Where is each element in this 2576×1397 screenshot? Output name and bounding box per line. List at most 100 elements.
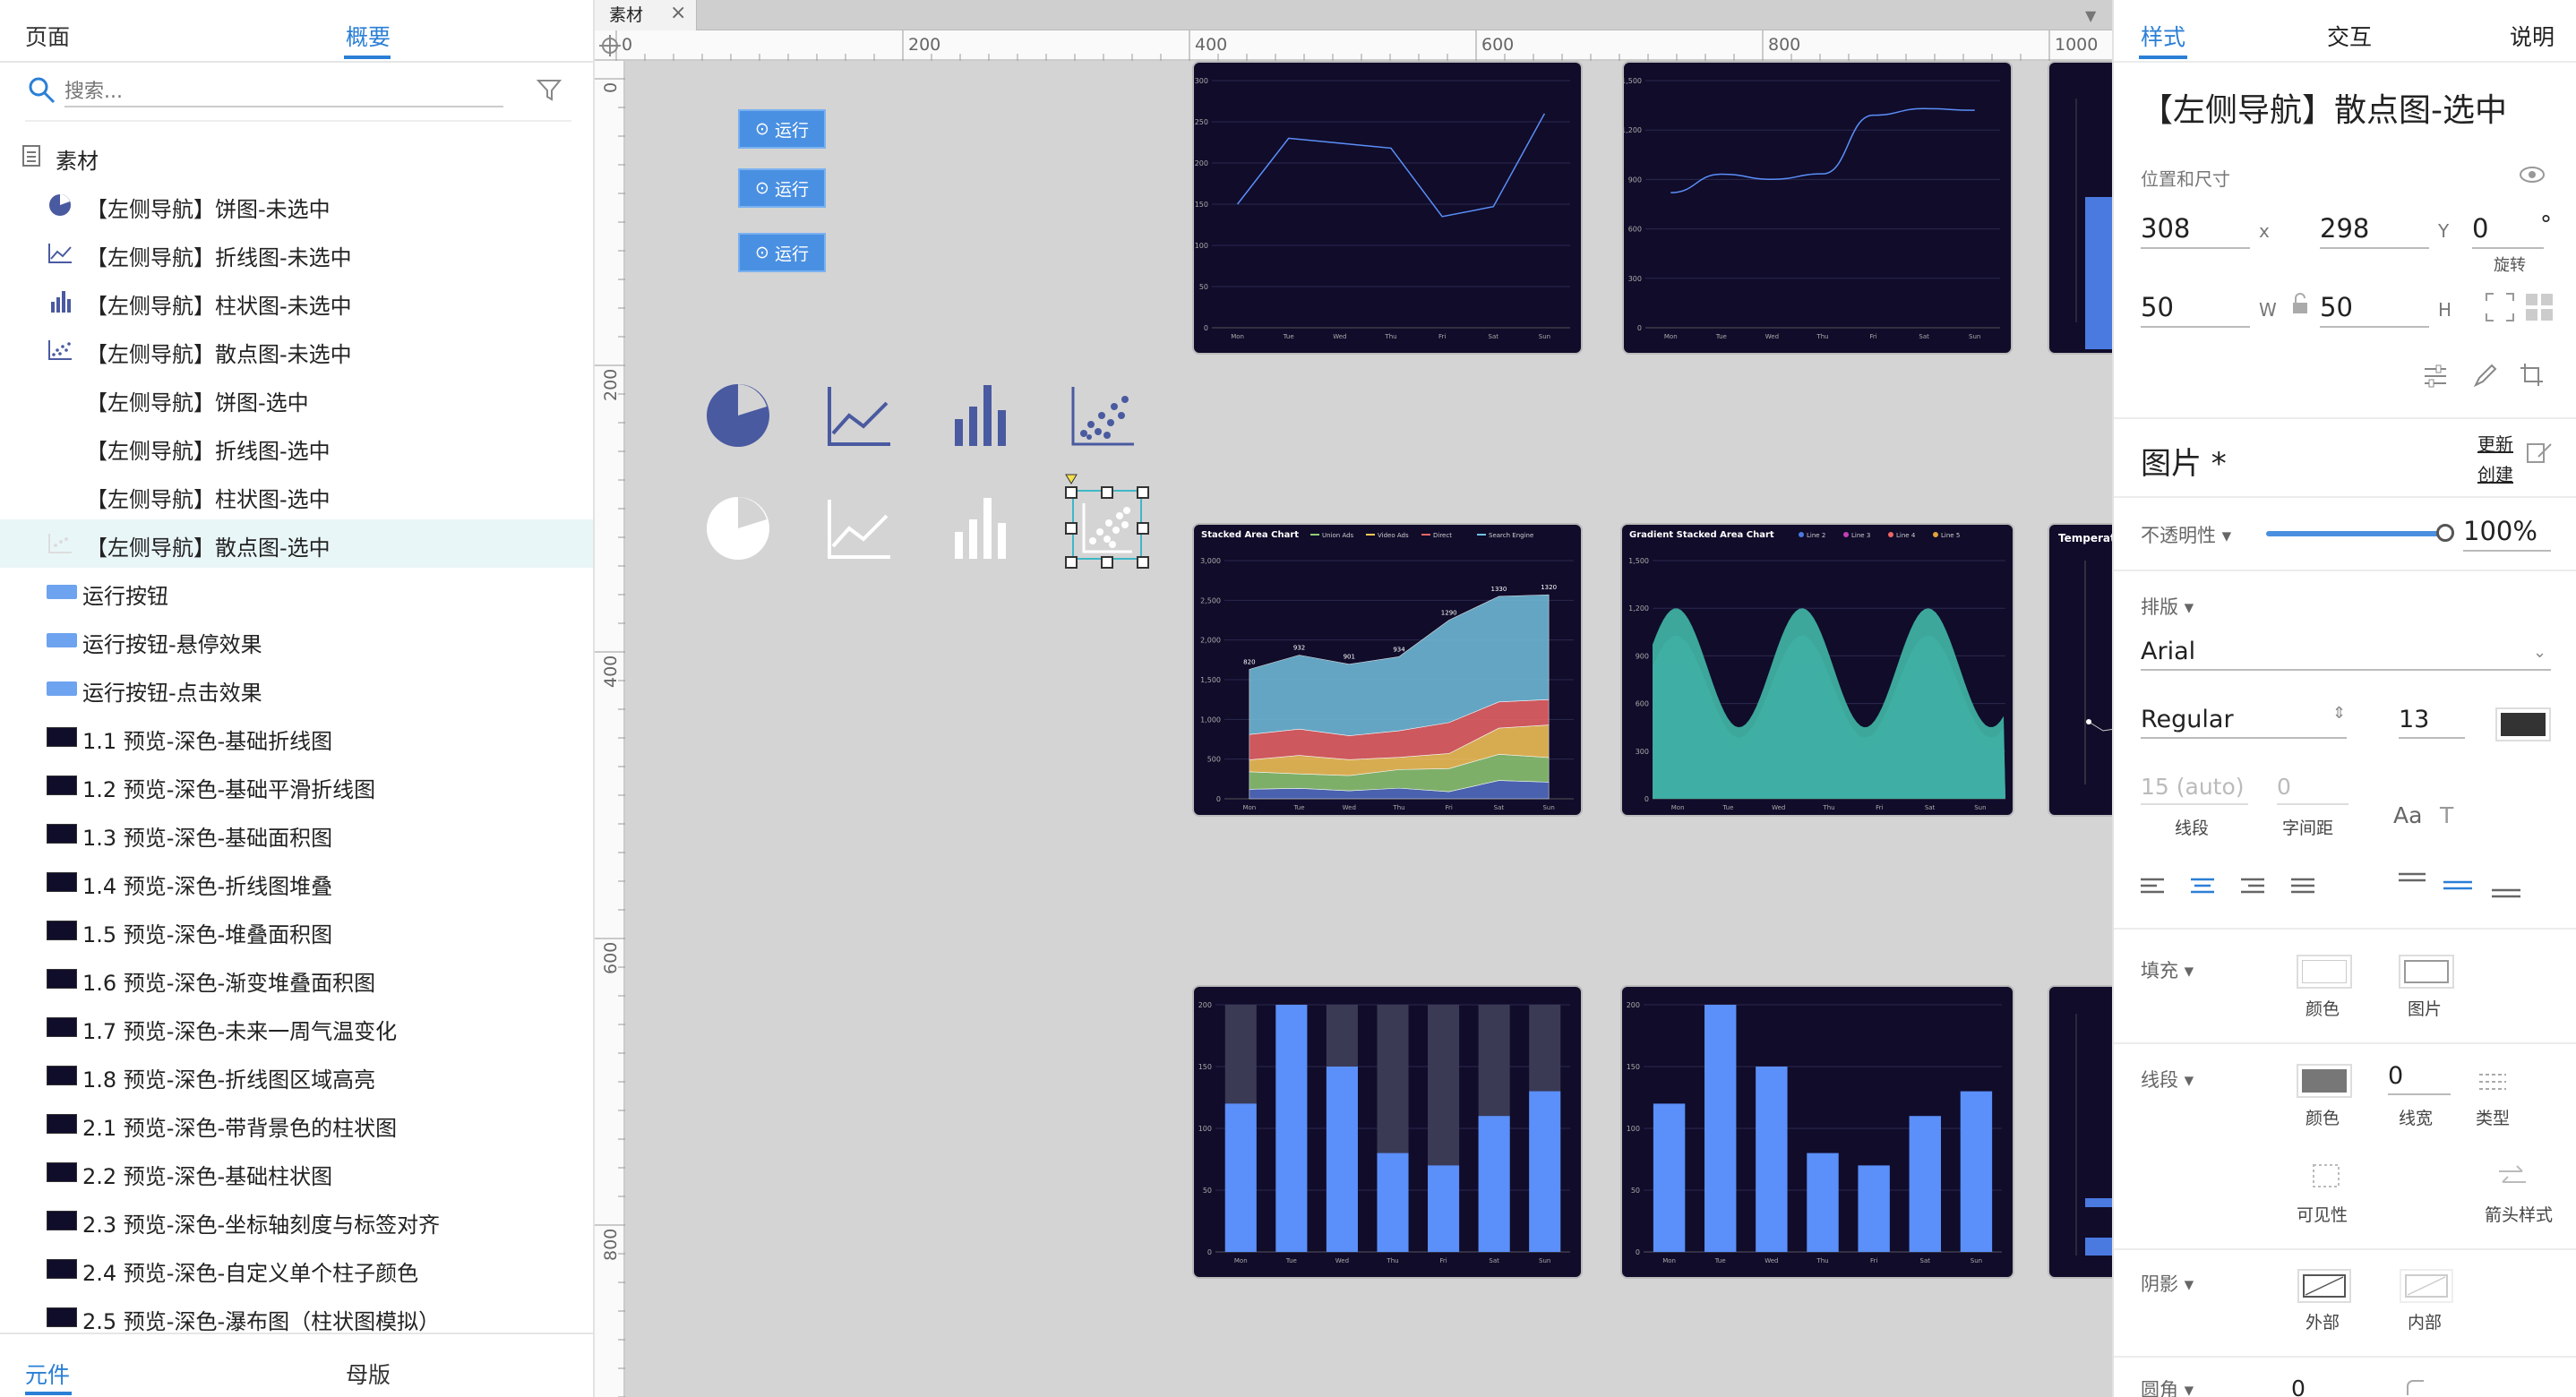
- run-button-hover[interactable]: ⊙ 运行: [738, 168, 826, 208]
- pencil-icon[interactable]: [2472, 362, 2499, 389]
- opacity-slider[interactable]: [2266, 531, 2445, 536]
- chart-thumbnail-icon: [47, 824, 77, 844]
- search-input[interactable]: [64, 77, 503, 107]
- tree-item[interactable]: 1.3 预览-深色-基础面积图: [0, 810, 593, 858]
- align-buttons[interactable]: [2141, 876, 2320, 897]
- slice-grid-icon[interactable]: [2524, 292, 2555, 322]
- chart-card-bar-background[interactable]: 0 50 100 150 200 Mon Tue Wed Thu Fri Sat Sun: [1192, 985, 1583, 1279]
- canvas-tab[interactable]: 素材 ×: [595, 0, 697, 30]
- tree-item[interactable]: 【左侧导航】折线图-未选中: [0, 229, 593, 278]
- line-selected-icon[interactable]: [824, 494, 896, 562]
- eye-icon[interactable]: [2519, 165, 2546, 184]
- tab-pages[interactable]: 页面: [25, 20, 70, 52]
- opacity-input[interactable]: 100%: [2463, 516, 2551, 552]
- valign-buttons[interactable]: [2399, 870, 2551, 901]
- tree-item[interactable]: 2.1 预览-深色-带背景色的柱状图: [0, 1100, 593, 1148]
- height-input[interactable]: 50: [2320, 292, 2429, 328]
- widget-title[interactable]: 【左侧导航】散点图-选中: [2141, 84, 2507, 131]
- corner-icon[interactable]: [2406, 1379, 2433, 1397]
- chart-card-smooth-line[interactable]: 0 300 600 900 1,200 1,500 Mon Tue Wed Thu Fri Sat Su…: [1622, 61, 2013, 355]
- bar-icon: [51, 291, 71, 313]
- text-style-icon[interactable]: T: [2440, 802, 2453, 828]
- tree-item[interactable]: 2.2 预览-深色-基础柱状图: [0, 1148, 593, 1196]
- filter-icon[interactable]: [536, 77, 564, 104]
- create-link[interactable]: 创建: [2477, 460, 2513, 486]
- arrow-style-icon[interactable]: [2497, 1162, 2528, 1189]
- outer-shadow-button[interactable]: [2297, 1268, 2352, 1304]
- opacity-slider-handle[interactable]: [2436, 524, 2454, 542]
- tree-item[interactable]: 1.6 预览-深色-渐变堆叠面积图: [0, 955, 593, 1003]
- tree-item[interactable]: 【左侧导航】散点图-选中: [0, 519, 593, 568]
- corner-radius-input[interactable]: 0: [2291, 1376, 2306, 1397]
- tree-item[interactable]: 运行按钮-点击效果: [0, 664, 593, 713]
- close-icon[interactable]: ×: [670, 2, 686, 24]
- tree-item[interactable]: 1.1 预览-深色-基础折线图: [0, 713, 593, 761]
- visibility-icon[interactable]: [2311, 1162, 2341, 1189]
- chart-card-basic-line[interactable]: 0 50 100 150 200 250 300 Mon Tue Wed Thu Fri Sat Sun: [1192, 61, 1583, 355]
- x-input[interactable]: 308: [2141, 213, 2250, 249]
- tree-item[interactable]: 【左侧导航】柱状图-未选中: [0, 278, 593, 326]
- tree-item[interactable]: 1.4 预览-深色-折线图堆叠: [0, 858, 593, 906]
- text-color-picker[interactable]: [2495, 707, 2551, 741]
- tree-item[interactable]: 运行按钮: [0, 568, 593, 616]
- line-icon[interactable]: [824, 381, 896, 450]
- stroke-color-picker[interactable]: [2297, 1064, 2352, 1098]
- tab-interactions[interactable]: 交互: [2327, 20, 2372, 52]
- bar-icon[interactable]: [946, 380, 1018, 451]
- chevron-down-icon[interactable]: ▼: [2085, 7, 2096, 24]
- x-tick-label: Wed: [1765, 333, 1779, 340]
- fill-color-picker[interactable]: [2297, 955, 2352, 989]
- chart-card-stacked-area[interactable]: Stacked Area Chart Union Ads Video Ads Dire…: [1192, 523, 1583, 817]
- stepper-icon[interactable]: ⇕: [2332, 704, 2346, 723]
- gradient-stacked-area-chart: Gradient Stacked Area Chart Line 2 Line 3 L…: [1628, 530, 2005, 811]
- edit-image-icon[interactable]: [2526, 439, 2553, 466]
- tree-item[interactable]: 1.5 预览-深色-堆叠面积图: [0, 906, 593, 955]
- text-case-icon[interactable]: Aa: [2393, 802, 2422, 828]
- run-button-active[interactable]: ⊙ 运行: [738, 233, 826, 272]
- stroke-type-icon[interactable]: [2477, 1069, 2508, 1093]
- pie-selected-icon[interactable]: [702, 493, 774, 564]
- line-height-input[interactable]: 15 (auto): [2141, 774, 2248, 805]
- tree-item[interactable]: 2.4 预览-深色-自定义单个柱子颜色: [0, 1245, 593, 1293]
- divider: [2114, 61, 2576, 63]
- design-canvas[interactable]: 素材 × ▼ 0 200 400 600 800 1000 0 200 400 600 800 ⊙…: [595, 0, 2128, 1397]
- tab-widgets[interactable]: 元件: [25, 1358, 70, 1390]
- lock-icon[interactable]: [2291, 292, 2309, 315]
- rotation-input[interactable]: 0: [2472, 213, 2544, 249]
- adjust-icon[interactable]: [2422, 362, 2449, 389]
- pie-icon[interactable]: [702, 380, 774, 451]
- tree-root-item[interactable]: 素材: [0, 133, 593, 181]
- tab-notes[interactable]: 说明: [2510, 20, 2555, 52]
- run-button[interactable]: ⊙ 运行: [738, 109, 826, 149]
- chart-card-basic-bar[interactable]: 0 50 100 150 200 Mon Tue Wed Thu Fri Sat Sun: [1620, 985, 2014, 1279]
- scatter-icon[interactable]: [1068, 381, 1139, 450]
- font-family-select[interactable]: Arial: [2141, 638, 2551, 671]
- inner-shadow-button[interactable]: [2399, 1268, 2454, 1304]
- tree-item[interactable]: 【左侧导航】散点图-未选中: [0, 326, 593, 374]
- tab-style[interactable]: 样式: [2141, 20, 2185, 52]
- font-size-input[interactable]: 13: [2399, 706, 2465, 739]
- y-input[interactable]: 298: [2320, 213, 2429, 249]
- tree-item[interactable]: 【左侧导航】柱状图-选中: [0, 471, 593, 519]
- letter-spacing-input[interactable]: 0: [2277, 774, 2348, 805]
- tab-masters[interactable]: 母版: [346, 1358, 391, 1390]
- width-input[interactable]: 50: [2141, 292, 2250, 328]
- tree-item[interactable]: 【左侧导航】饼图-选中: [0, 374, 593, 423]
- tab-outline[interactable]: 概要: [346, 20, 391, 52]
- fill-image-picker[interactable]: [2399, 955, 2454, 989]
- font-weight-select[interactable]: Regular: [2141, 706, 2347, 739]
- crop-icon[interactable]: [2519, 362, 2546, 389]
- tree-item[interactable]: 1.8 预览-深色-折线图区域高亮: [0, 1051, 593, 1100]
- update-link[interactable]: 更新: [2477, 430, 2513, 456]
- tree-item[interactable]: 1.7 预览-深色-未来一周气温变化: [0, 1003, 593, 1051]
- bar-selected-icon[interactable]: [946, 493, 1018, 564]
- stroke-width-input[interactable]: 0: [2388, 1062, 2451, 1095]
- tree-item[interactable]: 1.2 预览-深色-基础平滑折线图: [0, 761, 593, 810]
- tree-item[interactable]: 【左侧导航】折线图-选中: [0, 423, 593, 471]
- tree-item[interactable]: 2.3 预览-深色-坐标轴刻度与标签对齐: [0, 1196, 593, 1245]
- tree-item[interactable]: 运行按钮-悬停效果: [0, 616, 593, 664]
- fit-image-icon[interactable]: [2485, 292, 2515, 322]
- tree-item[interactable]: 【左侧导航】饼图-未选中: [0, 181, 593, 229]
- chart-card-gradient-stacked-area[interactable]: Gradient Stacked Area Chart Line 2 Line 3 L…: [1620, 523, 2014, 817]
- selection-handles[interactable]: [1057, 467, 1155, 571]
